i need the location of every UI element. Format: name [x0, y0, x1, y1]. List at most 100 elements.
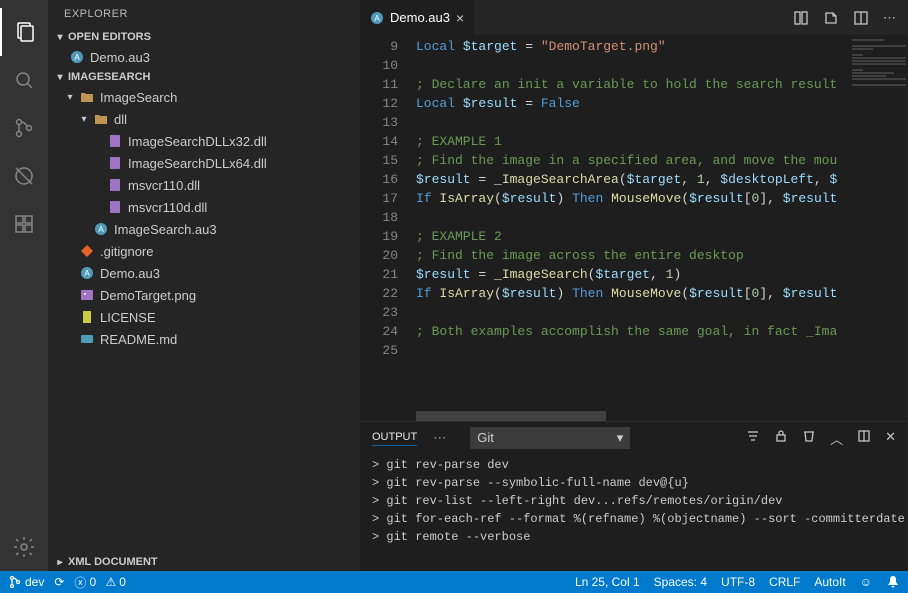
- compare-changes-icon[interactable]: [793, 10, 809, 26]
- dll-icon: [106, 200, 124, 214]
- output-tab[interactable]: OUTPUT: [372, 431, 417, 446]
- feedback-icon[interactable]: ☺: [860, 575, 872, 589]
- folder-icon: [78, 90, 96, 104]
- clear-output-icon[interactable]: [802, 429, 816, 448]
- chevron-right-icon: ▸: [52, 557, 68, 568]
- svg-text:A: A: [84, 269, 90, 278]
- img-icon: [78, 288, 96, 302]
- tree-item[interactable]: ImageSearchDLLx64.dll: [48, 152, 360, 174]
- tree-item-label: msvcr110.dll: [128, 178, 200, 193]
- open-changes-icon[interactable]: [823, 10, 839, 26]
- tree-item[interactable]: ADemo.au3: [48, 262, 360, 284]
- settings-gear-icon[interactable]: [0, 523, 48, 571]
- workspace-header[interactable]: ▾IMAGESEARCH: [48, 68, 360, 86]
- activity-bar: [0, 0, 48, 571]
- autoit-file-icon: A: [68, 50, 86, 64]
- horizontal-scrollbar[interactable]: [360, 411, 908, 421]
- tree-item-label: dll: [114, 112, 127, 127]
- twist-icon: ▾: [76, 114, 92, 125]
- close-panel-icon[interactable]: ✕: [885, 429, 896, 448]
- panel-more-icon[interactable]: ⋯: [433, 430, 446, 446]
- chevron-down-icon: ▾: [617, 430, 624, 446]
- language-mode-status[interactable]: AutoIt: [814, 575, 845, 589]
- status-bar: dev ⟳ ⓧ0 ⚠0 Ln 25, Col 1 Spaces: 4 UTF-8…: [0, 571, 908, 593]
- tree-item-label: ImageSearch.au3: [114, 222, 217, 237]
- tree-item[interactable]: README.md: [48, 328, 360, 350]
- open-editor-item[interactable]: A Demo.au3: [48, 46, 360, 68]
- scrollbar-thumb[interactable]: [416, 411, 606, 421]
- sidebar-title: EXPLORER: [48, 0, 360, 28]
- tree-item-label: ImageSearchDLLx32.dll: [128, 134, 267, 149]
- twist-icon: ▾: [62, 92, 78, 103]
- line-gutter: 910111213141516171819202122232425: [360, 35, 416, 411]
- chevron-down-icon: ▾: [52, 32, 68, 43]
- more-actions-icon[interactable]: ⋯: [883, 10, 896, 26]
- tree-item[interactable]: A ImageSearch.au3: [48, 218, 360, 240]
- tree-item[interactable]: DemoTarget.png: [48, 284, 360, 306]
- encoding-status[interactable]: UTF-8: [721, 575, 755, 589]
- sync-status[interactable]: ⟳: [54, 575, 64, 589]
- debug-icon[interactable]: [0, 152, 48, 200]
- tree-item-label: msvcr110d.dll: [128, 200, 207, 215]
- indentation-status[interactable]: Spaces: 4: [654, 575, 707, 589]
- output-body[interactable]: > git rev-parse dev> git rev-parse --sym…: [360, 454, 908, 571]
- tree-item[interactable]: msvcr110d.dll: [48, 196, 360, 218]
- tree-item[interactable]: LICENSE: [48, 306, 360, 328]
- editor-tab[interactable]: A Demo.au3 ×: [360, 0, 475, 35]
- dll-icon: [106, 134, 124, 148]
- lock-scroll-icon[interactable]: [774, 429, 788, 448]
- panel-tabs: OUTPUT ⋯ Git▾ ︿ ✕: [360, 422, 908, 454]
- cursor-position-status[interactable]: Ln 25, Col 1: [575, 575, 640, 589]
- tree-item-label: ImageSearch: [100, 90, 177, 105]
- dll-icon: [106, 156, 124, 170]
- md-icon: [78, 332, 96, 346]
- svg-text:A: A: [74, 53, 80, 62]
- bottom-panel: OUTPUT ⋯ Git▾ ︿ ✕ > git rev-parse dev> g…: [360, 421, 908, 571]
- tree-item-label: DemoTarget.png: [100, 288, 196, 303]
- lic-icon: [78, 310, 96, 324]
- notifications-icon[interactable]: [886, 575, 900, 589]
- svg-text:A: A: [374, 14, 380, 23]
- dll-icon: [106, 178, 124, 192]
- git-branch-status[interactable]: dev: [8, 575, 44, 589]
- tree-item[interactable]: ▾ ImageSearch: [48, 86, 360, 108]
- minimap[interactable]: [848, 35, 908, 411]
- xml-document-header[interactable]: ▸XML DOCUMENT: [48, 553, 360, 571]
- tree-item-label: README.md: [100, 332, 177, 347]
- explorer-icon[interactable]: [0, 8, 48, 56]
- extensions-icon[interactable]: [0, 200, 48, 248]
- code-content[interactable]: Local $target = "DemoTarget.png"; Declar…: [416, 35, 848, 411]
- problems-status[interactable]: ⓧ0 ⚠0: [74, 574, 126, 591]
- close-icon[interactable]: ×: [456, 10, 464, 26]
- tree-item-label: ImageSearchDLLx64.dll: [128, 156, 267, 171]
- chevron-down-icon: ▾: [52, 72, 68, 83]
- editor-area: A Demo.au3 × ⋯ 9101112131415161718192021…: [360, 0, 908, 571]
- file-tree: ▾ ImageSearch ▾ dllImageSearchDLLx32.dll Ima…: [48, 86, 360, 553]
- warning-icon: ⚠: [105, 575, 116, 589]
- tree-item[interactable]: ▾ dll: [48, 108, 360, 130]
- au3-icon: A: [78, 266, 96, 280]
- git-icon: [78, 244, 96, 258]
- tree-item-label: LICENSE: [100, 310, 156, 325]
- filter-icon[interactable]: [746, 429, 760, 448]
- code-editor[interactable]: 910111213141516171819202122232425 Local …: [360, 35, 908, 411]
- split-editor-icon[interactable]: [853, 10, 869, 26]
- tree-item[interactable]: .gitignore: [48, 240, 360, 262]
- editor-actions: ⋯: [781, 0, 908, 35]
- tree-item-label: .gitignore: [100, 244, 153, 259]
- output-channel-select[interactable]: Git▾: [470, 427, 630, 449]
- search-icon[interactable]: [0, 56, 48, 104]
- sidebar: EXPLORER ▾OPEN EDITORS A Demo.au3 ▾IMAGE…: [48, 0, 360, 571]
- tree-item[interactable]: msvcr110.dll: [48, 174, 360, 196]
- svg-text:A: A: [98, 225, 104, 234]
- autoit-file-icon: A: [370, 11, 384, 25]
- tree-item[interactable]: ImageSearchDLLx32.dll: [48, 130, 360, 152]
- collapse-panel-icon[interactable]: ︿: [830, 429, 843, 448]
- open-editors-header[interactable]: ▾OPEN EDITORS: [48, 28, 360, 46]
- au3-icon: A: [92, 222, 110, 236]
- eol-status[interactable]: CRLF: [769, 575, 800, 589]
- folder-icon: [92, 112, 110, 126]
- maximize-panel-icon[interactable]: [857, 429, 871, 448]
- error-icon: ⓧ: [74, 574, 86, 591]
- source-control-icon[interactable]: [0, 104, 48, 152]
